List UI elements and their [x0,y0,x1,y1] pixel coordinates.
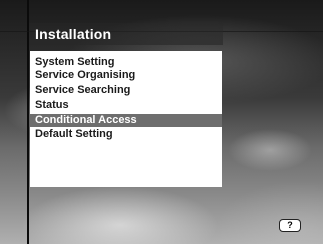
menu-item-service-searching[interactable]: Service Searching [30,84,222,97]
help-button[interactable]: ? [279,219,301,232]
title-bar: Installation [29,23,223,45]
help-icon: ? [287,220,293,230]
menu-item-service-organising[interactable]: Service Organising [30,69,222,82]
menu-item-system-setting[interactable]: System Setting [30,56,222,69]
menu-item-status[interactable]: Status [30,99,222,112]
menu-panel: System Setting Service Organising Servic… [30,51,222,187]
menu-item-default-setting[interactable]: Default Setting [30,128,222,141]
page-title: Installation [35,26,112,42]
menu-item-conditional-access[interactable]: Conditional Access [30,114,222,127]
